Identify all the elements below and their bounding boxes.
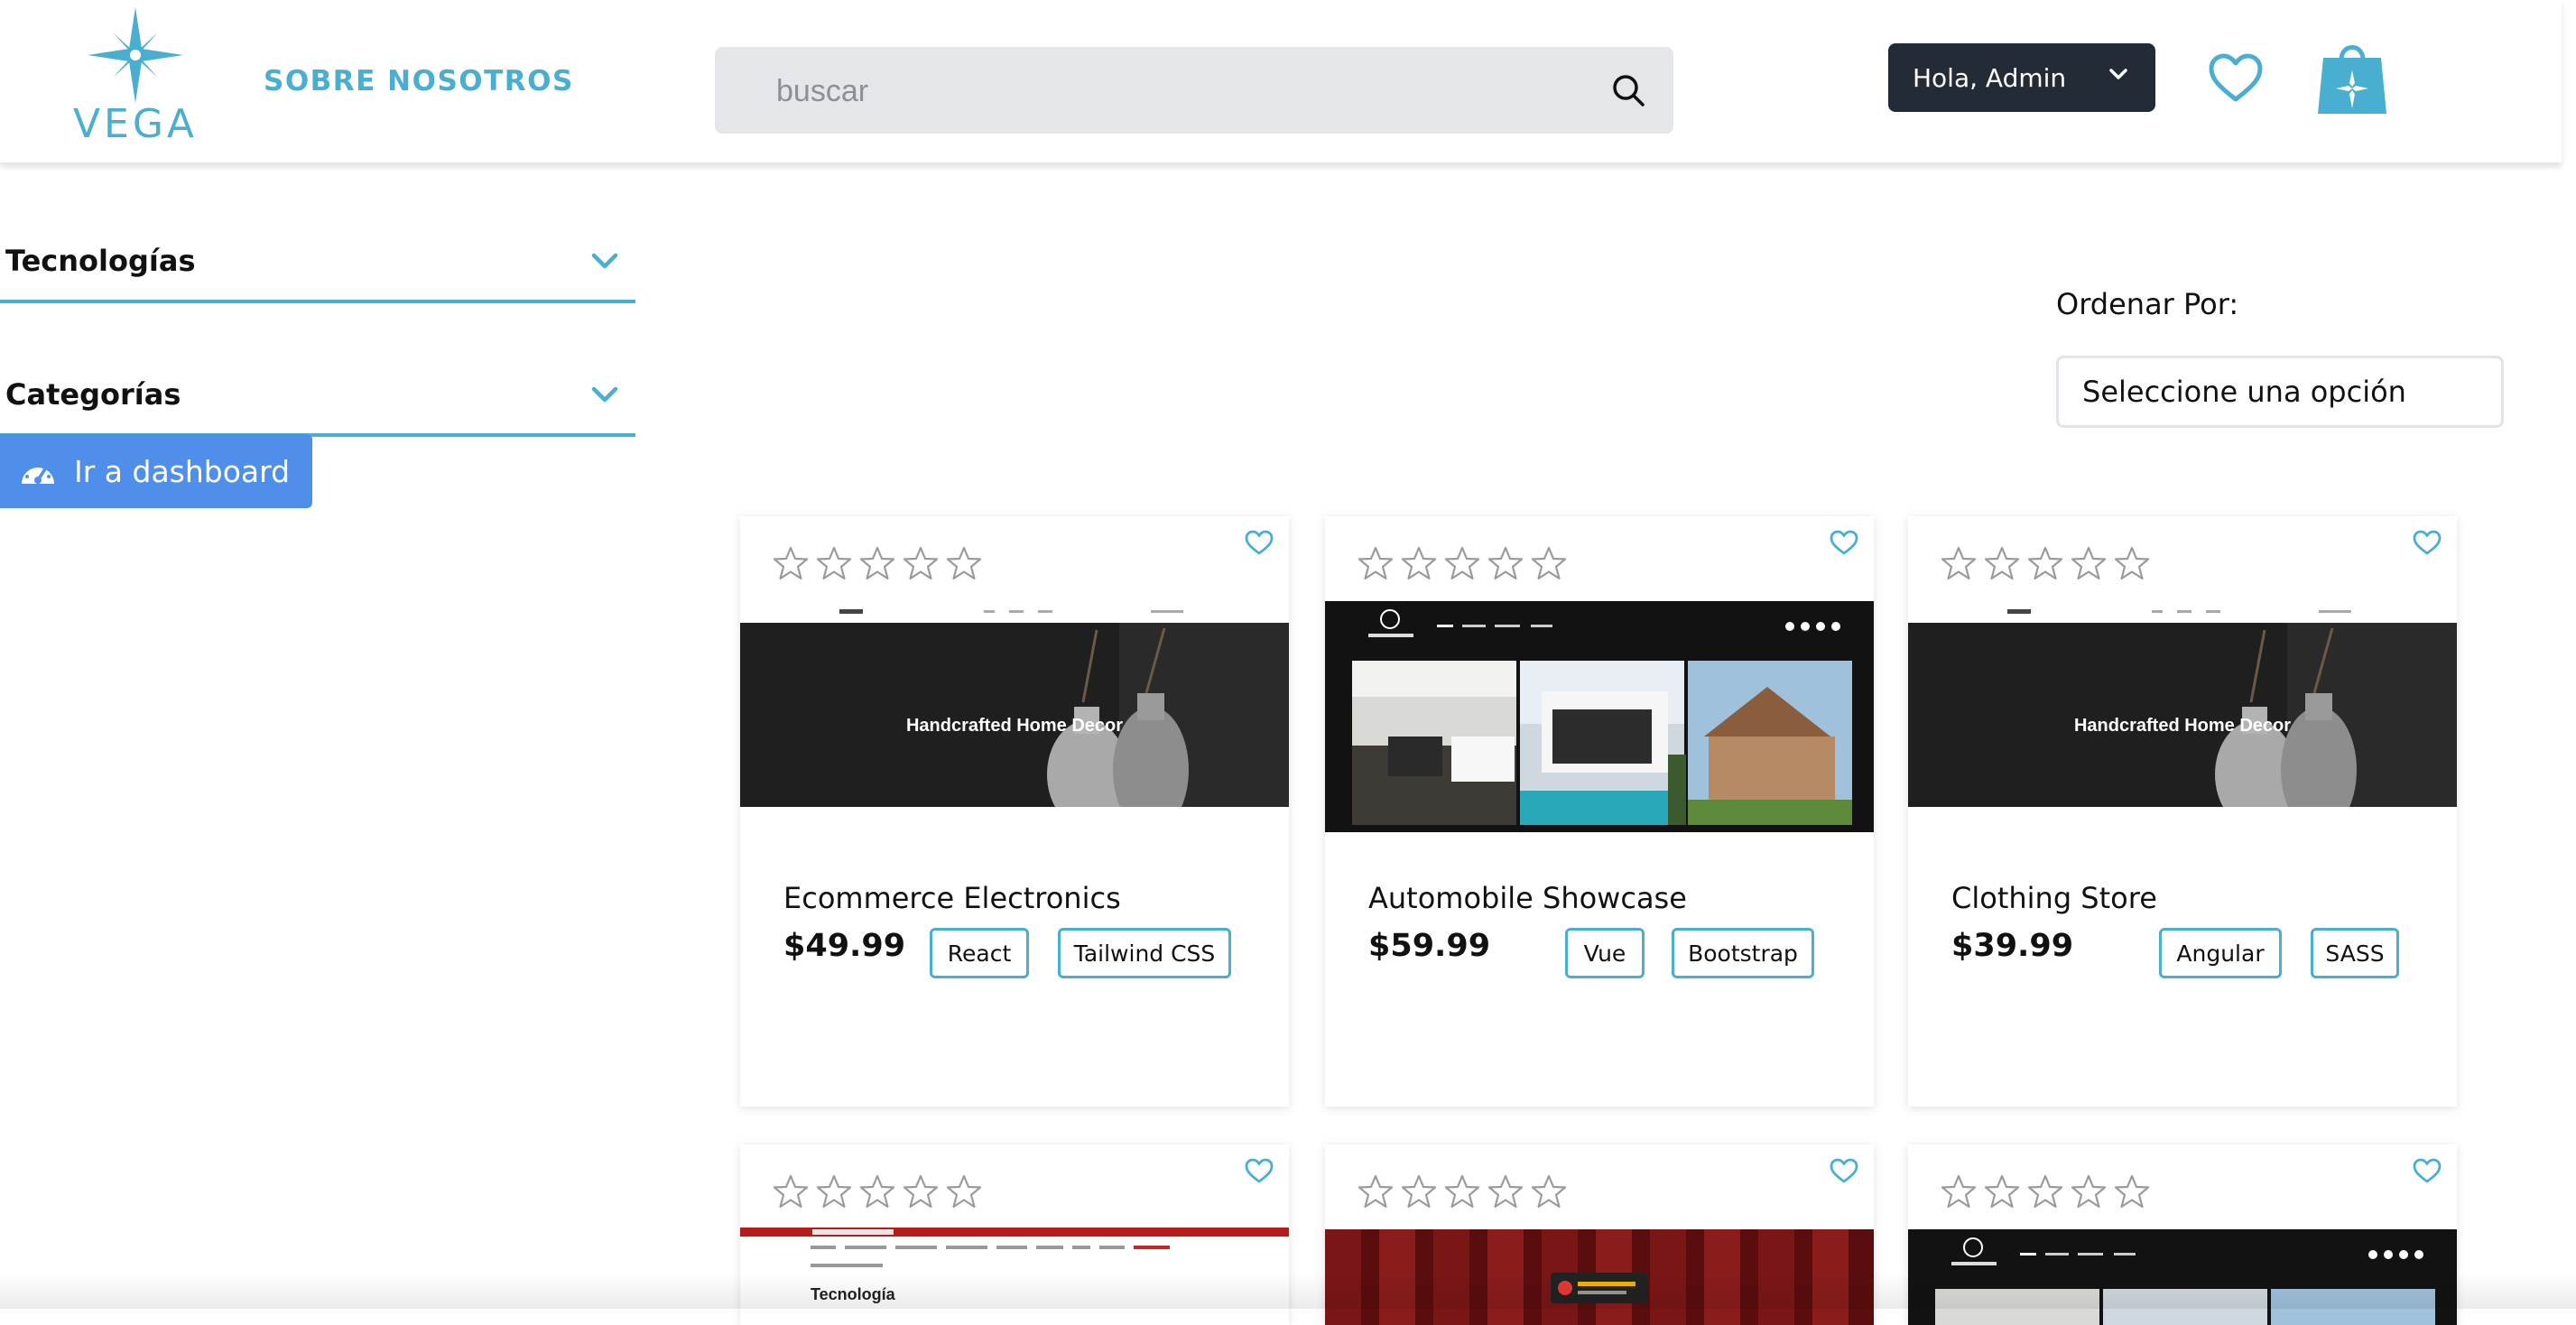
dashboard-label: Ir a dashboard	[74, 453, 291, 489]
star-icon[interactable]	[2114, 1173, 2150, 1209]
dashboard-button[interactable]: Ir a dashboard	[0, 434, 312, 508]
tech-tag[interactable]: Tailwind CSS	[1058, 928, 1231, 978]
favorite-heart-icon[interactable]	[2412, 1157, 2442, 1184]
rating-stars[interactable]	[773, 545, 982, 581]
product-card[interactable]: Automobile Showcase $59.99 Vue Bootstrap	[1325, 516, 1874, 1107]
star-icon[interactable]	[903, 1173, 939, 1209]
heart-icon[interactable]	[2208, 52, 2264, 103]
product-thumbnail[interactable]: Handcrafted Home Decor	[1908, 603, 2457, 807]
rating-stars[interactable]	[1941, 545, 2150, 581]
star-icon[interactable]	[773, 545, 809, 581]
tech-tag[interactable]: Angular	[2159, 928, 2282, 978]
compass-star-icon	[88, 7, 183, 103]
star-icon[interactable]	[773, 1173, 809, 1209]
star-icon[interactable]	[946, 1173, 982, 1209]
tech-tag[interactable]: React	[930, 928, 1029, 978]
product-card[interactable]: Handcrafted Home Decor Clothing Store $3…	[1908, 516, 2457, 1107]
sort-label: Ordenar Por:	[2056, 287, 2239, 321]
chevron-down-icon[interactable]	[590, 385, 619, 404]
about-us-link[interactable]: SOBRE NOSOTROS	[264, 65, 574, 97]
top-header: VEGA SOBRE NOSOTROS Hola, Admin	[0, 0, 2562, 163]
product-card[interactable]: Handcrafted Home Decor Ecommerce Electro…	[740, 516, 1289, 1107]
star-icon[interactable]	[1531, 1173, 1567, 1209]
favorite-heart-icon[interactable]	[2412, 529, 2442, 556]
star-icon[interactable]	[1984, 1173, 2020, 1209]
product-thumbnail[interactable]	[1325, 601, 1874, 832]
search-bar	[715, 47, 1673, 135]
product-title[interactable]: Automobile Showcase	[1368, 881, 1687, 915]
product-thumbnail[interactable]	[1908, 1229, 2457, 1325]
star-icon[interactable]	[1357, 545, 1394, 581]
filter-title: Tecnologías	[5, 244, 196, 278]
chevron-down-icon	[2109, 69, 2127, 79]
product-title[interactable]: Ecommerce Electronics	[783, 881, 1121, 915]
tech-tag[interactable]: Bootstrap	[1672, 928, 1814, 978]
star-icon[interactable]	[946, 545, 982, 581]
star-icon[interactable]	[859, 545, 895, 581]
star-icon[interactable]	[1984, 545, 2020, 581]
filter-tecnologias[interactable]: Tecnologías	[0, 224, 635, 303]
star-icon[interactable]	[816, 1173, 852, 1209]
star-icon[interactable]	[1444, 1173, 1480, 1209]
product-thumbnail[interactable]: Handcrafted Home Decor	[740, 603, 1289, 807]
search-input[interactable]	[715, 47, 1645, 135]
filter-categorias[interactable]: Categorías	[0, 357, 635, 437]
favorite-heart-icon[interactable]	[1244, 1157, 1274, 1184]
product-price: $59.99	[1368, 928, 1491, 964]
product-card[interactable]	[1325, 1144, 1874, 1325]
star-icon[interactable]	[1444, 545, 1480, 581]
star-icon[interactable]	[1357, 1173, 1394, 1209]
favorite-heart-icon[interactable]	[1829, 1157, 1859, 1184]
star-icon[interactable]	[1487, 1173, 1524, 1209]
thumb-caption: Handcrafted Home Decor	[906, 716, 1123, 736]
user-menu-button[interactable]: Hola, Admin	[1888, 43, 2155, 112]
tech-tag[interactable]: Vue	[1565, 928, 1645, 978]
rating-stars[interactable]	[773, 1173, 982, 1209]
thumb-caption: Tecnología	[811, 1285, 896, 1303]
star-icon[interactable]	[2114, 545, 2150, 581]
sort-select[interactable]: Seleccione una opción	[2056, 356, 2504, 428]
logo-text: VEGA	[72, 101, 199, 147]
star-icon[interactable]	[2071, 545, 2107, 581]
vega-logo[interactable]: VEGA	[72, 5, 199, 150]
star-icon[interactable]	[1941, 545, 1977, 581]
star-icon[interactable]	[1401, 1173, 1437, 1209]
chevron-down-icon[interactable]	[590, 251, 619, 271]
product-thumbnail[interactable]	[1325, 1229, 1874, 1325]
sort-selected-value: Seleccione una opción	[2082, 375, 2406, 409]
star-icon[interactable]	[2027, 1173, 2063, 1209]
user-greeting: Hola, Admin	[1913, 62, 2067, 93]
rating-stars[interactable]	[1941, 1173, 2150, 1209]
search-icon[interactable]	[1610, 72, 1646, 108]
star-icon[interactable]	[1941, 1173, 1977, 1209]
favorite-heart-icon[interactable]	[1829, 529, 1859, 556]
product-title[interactable]: Clothing Store	[1951, 881, 2157, 915]
thumb-caption: Handcrafted Home Decor	[2074, 716, 2291, 736]
product-card[interactable]	[1908, 1144, 2457, 1325]
star-icon[interactable]	[903, 545, 939, 581]
shopping-bag-icon[interactable]	[2316, 38, 2388, 116]
star-icon[interactable]	[2027, 545, 2063, 581]
product-card[interactable]: Tecnología	[740, 1144, 1289, 1325]
favorite-heart-icon[interactable]	[1244, 529, 1274, 556]
rating-stars[interactable]	[1357, 1173, 1567, 1209]
gauge-icon	[22, 462, 54, 484]
star-icon[interactable]	[1401, 545, 1437, 581]
star-icon[interactable]	[816, 545, 852, 581]
product-price: $39.99	[1951, 928, 2074, 964]
product-price: $49.99	[783, 928, 906, 964]
star-icon[interactable]	[859, 1173, 895, 1209]
filter-title: Categorías	[5, 377, 181, 412]
star-icon[interactable]	[2071, 1173, 2107, 1209]
star-icon[interactable]	[1531, 545, 1567, 581]
rating-stars[interactable]	[1357, 545, 1567, 581]
star-icon[interactable]	[1487, 545, 1524, 581]
tech-tag[interactable]: SASS	[2311, 928, 2399, 978]
product-thumbnail[interactable]: Tecnología	[740, 1228, 1289, 1325]
